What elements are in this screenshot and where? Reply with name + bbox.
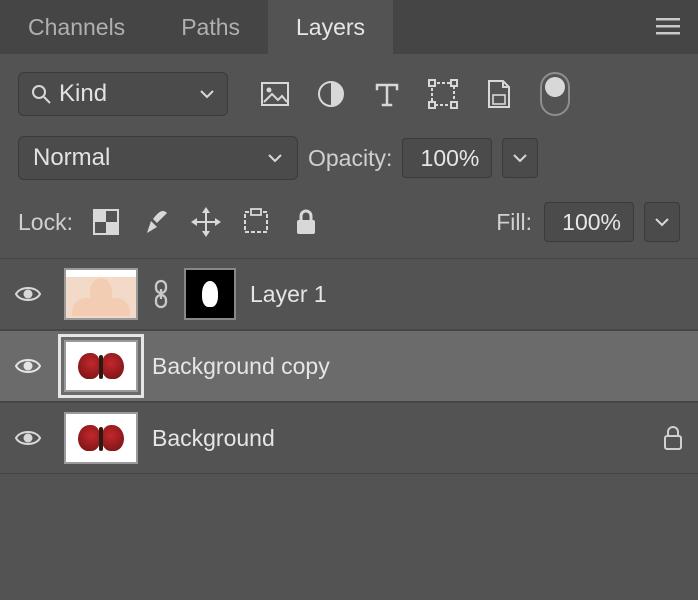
panel-menu-button[interactable]	[638, 0, 698, 54]
visibility-toggle[interactable]	[6, 356, 50, 376]
filter-kind-label: Kind	[59, 80, 191, 108]
layer-row[interactable]: Layer 1	[0, 258, 698, 330]
tab-label: Channels	[28, 14, 125, 41]
filter-type-icons	[260, 72, 570, 116]
layer-thumbnail[interactable]	[64, 268, 138, 320]
lock-label: Lock:	[18, 209, 73, 236]
layer-name[interactable]: Background	[152, 425, 275, 452]
fill-label: Fill:	[496, 209, 532, 236]
eye-icon	[14, 428, 42, 448]
lock-icons-group	[91, 207, 321, 237]
opacity-stepper[interactable]	[502, 138, 538, 178]
opacity-label: Opacity:	[308, 145, 392, 172]
hamburger-icon	[656, 17, 680, 37]
tab-paths[interactable]: Paths	[153, 0, 268, 54]
tab-layers[interactable]: Layers	[268, 0, 393, 54]
layer-row[interactable]: Background copy	[0, 330, 698, 402]
layer-list: Layer 1 Background copy	[0, 258, 698, 474]
panel-tabs: Channels Paths Layers	[0, 0, 698, 54]
filter-pixel-icon[interactable]	[260, 79, 290, 109]
search-icon	[31, 84, 51, 104]
lock-all-icon[interactable]	[291, 207, 321, 237]
filter-toggle[interactable]	[540, 72, 570, 116]
filter-type-icon[interactable]	[372, 79, 402, 109]
blend-row: Normal Opacity: 100%	[0, 126, 698, 190]
butterfly-thumb-image	[76, 423, 126, 453]
filter-shape-icon[interactable]	[428, 79, 458, 109]
visibility-toggle[interactable]	[6, 284, 50, 304]
filter-smartobject-icon[interactable]	[484, 79, 514, 109]
face-thumb-image	[66, 270, 136, 318]
layer-thumbnail[interactable]	[64, 340, 138, 392]
chevron-down-icon	[199, 89, 215, 99]
layer-name[interactable]: Layer 1	[250, 281, 327, 308]
chevron-down-icon	[654, 217, 670, 227]
fill-value: 100%	[562, 209, 621, 236]
lock-position-icon[interactable]	[191, 207, 221, 237]
tab-label: Layers	[296, 14, 365, 41]
eye-icon	[14, 356, 42, 376]
visibility-toggle[interactable]	[6, 428, 50, 448]
layer-row[interactable]: Background	[0, 402, 698, 474]
blend-mode-value: Normal	[33, 144, 267, 172]
blend-mode-dropdown[interactable]: Normal	[18, 136, 298, 180]
layer-thumbnail[interactable]	[64, 412, 138, 464]
fill-stepper[interactable]	[644, 202, 680, 242]
tab-label: Paths	[181, 14, 240, 41]
fill-value-input[interactable]: 100%	[544, 202, 634, 242]
link-icon[interactable]	[152, 279, 170, 309]
lock-row: Lock: Fill: 100%	[0, 190, 698, 258]
lock-pixels-icon[interactable]	[141, 207, 171, 237]
lock-icon	[662, 425, 684, 451]
layers-panel: Channels Paths Layers Kind	[0, 0, 698, 600]
tabs-spacer	[393, 0, 638, 54]
butterfly-thumb-image	[76, 351, 126, 381]
filter-adjustment-icon[interactable]	[316, 79, 346, 109]
layer-mask-thumbnail[interactable]	[184, 268, 236, 320]
filter-row: Kind	[0, 54, 698, 126]
tab-channels[interactable]: Channels	[0, 0, 153, 54]
opacity-value-input[interactable]: 100%	[402, 138, 492, 178]
chevron-down-icon	[267, 153, 283, 163]
layer-name[interactable]: Background copy	[152, 353, 330, 380]
lock-transparency-icon[interactable]	[91, 207, 121, 237]
lock-artboard-icon[interactable]	[241, 207, 271, 237]
filter-kind-dropdown[interactable]: Kind	[18, 72, 228, 116]
mask-shape	[202, 281, 218, 307]
fill-group: Fill: 100%	[496, 202, 680, 242]
chevron-down-icon	[512, 153, 528, 163]
opacity-value: 100%	[421, 145, 480, 172]
eye-icon	[14, 284, 42, 304]
